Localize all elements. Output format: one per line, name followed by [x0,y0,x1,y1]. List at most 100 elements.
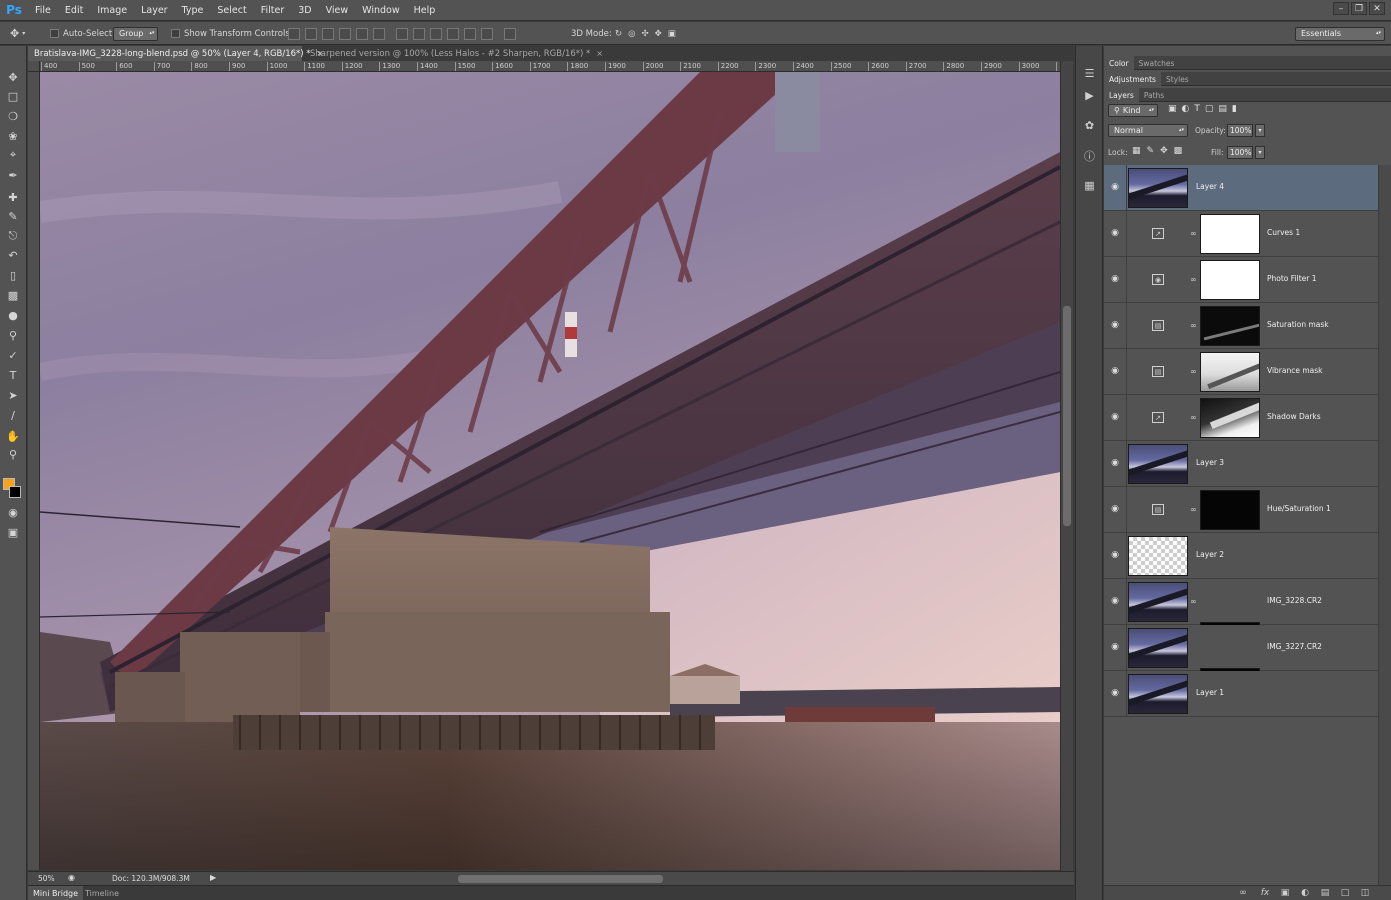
layer-kind-filter[interactable]: ⚲ Kind [1108,104,1158,117]
distribute-hcenter-icon[interactable] [464,27,476,40]
menu-filter[interactable]: Filter [254,5,292,16]
history-panel-icon[interactable]: ☰ [1081,66,1098,81]
layer-mask-thumbnail[interactable] [1200,398,1260,438]
filter-type-icon[interactable]: T [1194,104,1200,114]
quick-mask-icon[interactable]: ◉ [4,504,22,520]
tab-styles[interactable]: Styles [1161,72,1194,86]
mask-link-icon[interactable]: ∞ [1190,321,1197,331]
vertical-scroll-thumb[interactable] [1063,306,1071,526]
menu-edit[interactable]: Edit [58,5,90,16]
layer-row[interactable]: ◉ Layer 1 [1104,671,1378,717]
new-adjustment-icon[interactable]: ◐ [1298,887,1312,899]
filter-smart-object-icon[interactable]: ▤ [1218,104,1227,114]
distribute-left-icon[interactable] [447,27,459,40]
layer-row[interactable]: ◉ Layer 2 [1104,533,1378,579]
tab-sharpened-version[interactable]: Sharpened version @ 100% (Less Halos - #… [304,46,603,61]
new-layer-icon[interactable]: □ [1338,887,1352,899]
vertical-scrollbar[interactable] [1060,61,1073,871]
lock-image-icon[interactable]: ✎ [1147,146,1155,156]
layer-row[interactable]: ◉ Layer 4 [1104,165,1378,211]
menu-select[interactable]: Select [210,5,253,16]
layer-name[interactable]: Layer 4 [1196,182,1224,191]
lock-transparent-icon[interactable]: ▦ [1132,146,1141,156]
menu-window[interactable]: Window [355,5,406,16]
auto-select-dropdown[interactable]: Group [113,26,159,41]
marquee-tool-icon[interactable]: □ [4,88,22,104]
distribute-right-icon[interactable] [481,27,493,40]
status-menu-icon[interactable]: ▶ [210,873,216,882]
brush-tool-icon[interactable]: ✎ [4,208,22,224]
filter-shape-icon[interactable]: ▢ [1205,104,1214,114]
roll-3d-icon[interactable]: ◎ [628,29,635,39]
tab-color[interactable]: Color [1104,56,1134,70]
layer-row[interactable]: ◉ ↗ ∞ Curves 1 [1104,211,1378,257]
actions-play-icon[interactable]: ▶ [1081,88,1098,103]
workspace-dropdown[interactable]: Essentials [1295,26,1385,41]
layer-name[interactable]: IMG_3228.CR2 [1267,596,1322,605]
doc-info-icon[interactable]: ◉ [68,873,75,882]
close-tab-icon[interactable]: × [596,49,603,58]
visibility-eye-icon[interactable]: ◉ [1109,549,1121,561]
layer-name[interactable]: Hue/Saturation 1 [1267,504,1331,513]
document-canvas[interactable] [40,72,1060,870]
layer-name[interactable]: Shadow Darks [1267,412,1321,421]
minimize-icon[interactable]: – [1333,2,1349,15]
visibility-eye-icon[interactable]: ◉ [1109,227,1121,239]
gradient-tool-icon[interactable]: ▩ [4,287,22,303]
layer-row[interactable]: ◉ IMG_3227.CR2 [1104,625,1378,708]
eraser-tool-icon[interactable]: ▯ [4,267,22,283]
lasso-tool-icon[interactable]: ❍ [4,108,22,124]
zoom-tool-icon[interactable]: ⚲ [4,446,22,462]
lock-position-icon[interactable]: ✥ [1160,146,1168,156]
menu-type[interactable]: Type [175,5,211,16]
layer-row[interactable]: ◉ ↗ ∞ Shadow Darks [1104,395,1378,441]
brush-presets-icon[interactable]: ✿ [1081,118,1098,133]
healing-brush-tool-icon[interactable]: ✚ [4,189,22,205]
delete-layer-icon[interactable]: ◫ [1358,887,1372,899]
close-icon[interactable]: ✕ [1369,2,1385,15]
rotate-3d-icon[interactable]: ↻ [615,29,622,39]
restore-icon[interactable]: ❐ [1351,2,1367,15]
quick-select-tool-icon[interactable]: ❀ [4,128,22,144]
filter-toggle-icon[interactable]: ▮ [1232,104,1237,114]
mask-link-icon[interactable]: ∞ [1190,505,1197,515]
visibility-eye-icon[interactable]: ◉ [1109,687,1121,699]
visibility-eye-icon[interactable]: ◉ [1109,457,1121,469]
fill-slider-toggle[interactable]: ▾ [1255,146,1265,159]
layer-name[interactable]: Layer 2 [1196,550,1224,559]
layer-row[interactable]: ◉ ▤ ∞ Saturation mask [1104,303,1378,349]
align-hcenter-icon[interactable] [356,27,368,40]
tab-timeline[interactable]: Timeline [80,886,124,900]
mask-link-icon[interactable]: ∞ [1190,367,1197,377]
vertical-ruler[interactable] [28,72,40,870]
distribute-top-icon[interactable] [396,27,408,40]
tab-bratislava-document[interactable]: Bratislava-IMG_3228-long-blend.psd @ 50%… [28,46,323,61]
layer-row[interactable]: ◉ ▤ ∞ Vibrance mask [1104,349,1378,395]
layer-mask-thumbnail[interactable] [1200,260,1260,300]
background-color-swatch[interactable] [9,486,21,498]
layer-mask-thumbnail[interactable] [1200,490,1260,530]
align-left-icon[interactable] [339,27,351,40]
tab-swatches[interactable]: Swatches [1134,56,1180,70]
layer-style-icon[interactable]: fx [1258,887,1272,899]
ruler-origin[interactable] [28,61,40,72]
tab-layers[interactable]: Layers [1104,88,1139,102]
blur-tool-icon[interactable]: ● [4,307,22,323]
layer-row[interactable]: ◉ ◉ ∞ Photo Filter 1 [1104,257,1378,303]
blend-mode-dropdown[interactable]: Normal [1108,124,1188,137]
layer-name[interactable]: Photo Filter 1 [1267,274,1317,283]
opacity-slider-toggle[interactable]: ▾ [1255,124,1265,137]
menu-file[interactable]: File [28,5,58,16]
menu-image[interactable]: Image [90,5,134,16]
history-brush-tool-icon[interactable]: ↶ [4,247,22,263]
visibility-eye-icon[interactable]: ◉ [1109,503,1121,515]
tab-adjustments[interactable]: Adjustments [1104,72,1161,86]
filter-pixel-icon[interactable]: ▣ [1168,104,1177,114]
auto-select-checkbox[interactable]: Auto-Select: [50,26,115,41]
layer-row[interactable]: ◉ ∞ IMG_3228.CR2 [1104,579,1378,662]
visibility-eye-icon[interactable]: ◉ [1109,365,1121,377]
layer-mask-thumbnail[interactable] [1200,352,1260,392]
align-top-icon[interactable] [288,27,300,40]
tab-paths[interactable]: Paths [1139,88,1169,102]
layer-name[interactable]: Layer 3 [1196,458,1224,467]
